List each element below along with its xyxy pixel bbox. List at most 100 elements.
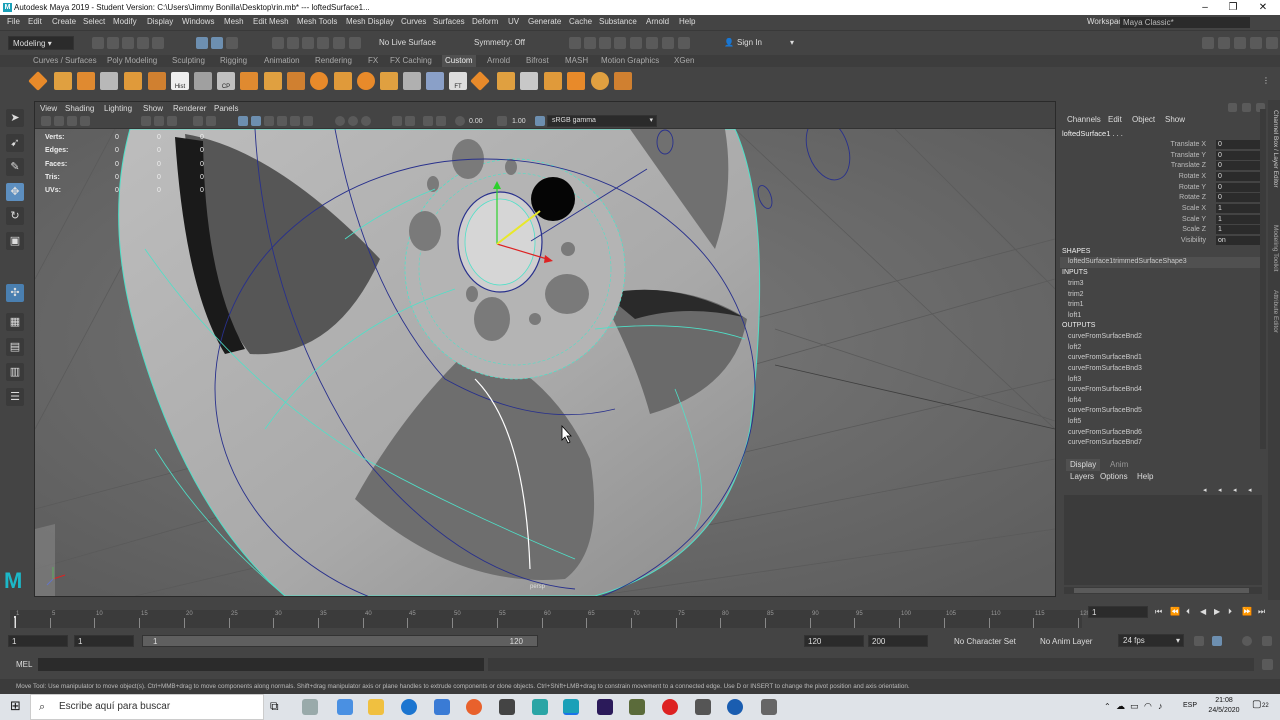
cb-menu-edit[interactable]: Edit bbox=[1108, 115, 1122, 124]
viewport-scene[interactable] bbox=[35, 129, 1055, 596]
taskbar-search[interactable]: ⌕ Escribe aquí para buscar bbox=[30, 694, 264, 720]
current-frame-field[interactable]: 1 bbox=[1088, 606, 1148, 618]
layer-hscrollbar[interactable] bbox=[1064, 587, 1262, 594]
edge-icon[interactable] bbox=[401, 699, 417, 715]
playback-start-field[interactable]: 1 bbox=[74, 635, 134, 647]
outliner-pane-icon[interactable]: ☰ bbox=[6, 388, 24, 406]
arnold-ipr-icon[interactable] bbox=[662, 37, 674, 49]
volume-icon[interactable]: ♪ bbox=[1158, 701, 1163, 711]
cloud-icon[interactable]: ☁ bbox=[1116, 701, 1125, 712]
lattice-icon[interactable] bbox=[567, 72, 585, 90]
maximize-button[interactable]: ❐ bbox=[1218, 0, 1248, 15]
shelf-tab-mash[interactable]: MASH bbox=[565, 55, 588, 67]
menu-display[interactable]: Display bbox=[147, 15, 173, 29]
cb-menu-show[interactable]: Show bbox=[1165, 115, 1185, 124]
layer-menu-options[interactable]: Options bbox=[1100, 471, 1128, 483]
menu-file[interactable]: File bbox=[7, 15, 20, 29]
windows-start-icon[interactable]: ⊞ bbox=[10, 698, 21, 714]
layer-menu-help[interactable]: Help bbox=[1137, 471, 1153, 483]
attr-translate-x[interactable]: Translate X 0 bbox=[1150, 140, 1268, 151]
3d-viewport[interactable]: Verts: 0 0 0 Edges: 0 0 0 Faces: 0 0 0 Tris: 0 0 0 U… bbox=[35, 129, 1055, 596]
output-node[interactable]: loft2 bbox=[1068, 343, 1081, 354]
menu-edit[interactable]: Edit bbox=[28, 15, 42, 29]
select-object-icon[interactable] bbox=[211, 37, 223, 49]
multicut-icon[interactable] bbox=[403, 72, 421, 90]
save-scene-icon[interactable] bbox=[122, 37, 134, 49]
menu-edit-mesh[interactable]: Edit Mesh bbox=[253, 15, 289, 29]
lights-icon[interactable] bbox=[277, 116, 287, 126]
separate-icon[interactable] bbox=[287, 72, 305, 90]
redo-icon[interactable] bbox=[152, 37, 164, 49]
vp-menu-view[interactable]: View bbox=[40, 102, 57, 115]
output-node[interactable]: curveFromSurfaceBnd4 bbox=[1068, 385, 1142, 396]
playback-end-field[interactable]: 120 bbox=[804, 635, 864, 647]
attr-translate-x-value[interactable]: 0 bbox=[1216, 140, 1266, 149]
move-tool-icon[interactable]: ✥ bbox=[6, 183, 24, 201]
bookmark-icon[interactable] bbox=[67, 116, 77, 126]
channel-box-icon[interactable] bbox=[1266, 37, 1278, 49]
arnold-render-icon[interactable] bbox=[646, 37, 658, 49]
notifications-icon[interactable]: ▢ bbox=[1252, 699, 1261, 710]
tool-settings-icon[interactable] bbox=[1250, 37, 1262, 49]
render-settings-icon[interactable] bbox=[599, 37, 611, 49]
menu-create[interactable]: Create bbox=[52, 15, 76, 29]
color-management-icon[interactable] bbox=[535, 116, 545, 126]
shelf-tab-poly-modeling[interactable]: Poly Modeling bbox=[107, 55, 157, 67]
shelf-scroll-icon[interactable]: ⋮ bbox=[1262, 75, 1270, 87]
input-node[interactable]: trim3 bbox=[1068, 279, 1084, 290]
soft-select-icon[interactable] bbox=[470, 71, 490, 91]
menu-modify[interactable]: Modify bbox=[113, 15, 137, 29]
output-node[interactable]: curveFromSurfaceBnd1 bbox=[1068, 353, 1142, 364]
attr-rotate-x-value[interactable]: 0 bbox=[1216, 172, 1266, 181]
menu-deform[interactable]: Deform bbox=[472, 15, 498, 29]
cb-object-name[interactable]: loftedSurface1 . . . bbox=[1062, 129, 1123, 140]
auto-key-icon[interactable] bbox=[1194, 636, 1204, 646]
start-time-field[interactable]: 1 bbox=[8, 635, 68, 647]
cube-icon[interactable] bbox=[334, 72, 352, 90]
duplicate-icon[interactable] bbox=[194, 72, 212, 90]
smooth-icon[interactable] bbox=[497, 72, 515, 90]
attr-translate-y-value[interactable]: 0 bbox=[1216, 151, 1266, 160]
step-back-frame-icon[interactable]: ⏴ bbox=[1186, 606, 1190, 618]
close-button[interactable]: ✕ bbox=[1248, 0, 1278, 15]
shelf-tab-xgen[interactable]: XGen bbox=[674, 55, 694, 67]
attribute-editor-icon[interactable] bbox=[1234, 37, 1246, 49]
mel-label[interactable]: MEL bbox=[16, 659, 32, 671]
append-icon[interactable] bbox=[148, 72, 166, 90]
output-node[interactable]: loft4 bbox=[1068, 396, 1081, 407]
attr-visibility[interactable]: Visibility on bbox=[1150, 236, 1268, 247]
select-tool-icon[interactable]: ➤ bbox=[6, 109, 24, 127]
attr-scale-y-value[interactable]: 1 bbox=[1216, 215, 1266, 224]
undo-icon[interactable] bbox=[137, 37, 149, 49]
layer-menu-layers[interactable]: Layers bbox=[1070, 471, 1094, 483]
vp-menu-panels[interactable]: Panels bbox=[214, 102, 238, 115]
side-tab-attribute-editor[interactable]: Attribute Editor bbox=[1269, 290, 1279, 350]
shelf-tab-animation[interactable]: Animation bbox=[264, 55, 300, 67]
paint-select-icon[interactable]: ✎ bbox=[6, 158, 24, 176]
language-indicator[interactable]: ESP bbox=[1183, 702, 1197, 709]
shelf-tab-arnold[interactable]: Arnold bbox=[487, 55, 510, 67]
hypershade-icon[interactable] bbox=[614, 37, 626, 49]
two-pane-icon[interactable]: ▥ bbox=[6, 363, 24, 381]
step-forward-frame-icon[interactable]: ⏵ bbox=[1228, 606, 1232, 618]
rotate-tool-icon[interactable]: ↻ bbox=[6, 207, 24, 225]
cylinder-icon[interactable] bbox=[357, 72, 375, 90]
menu-mesh-display[interactable]: Mesh Display bbox=[346, 15, 394, 29]
open-scene-icon[interactable] bbox=[107, 37, 119, 49]
attr-visibility-value[interactable]: on bbox=[1216, 236, 1266, 245]
shelf-tab-sculpting[interactable]: Sculpting bbox=[172, 55, 205, 67]
attr-scale-x[interactable]: Scale X 1 bbox=[1150, 204, 1268, 215]
sphere-icon[interactable] bbox=[310, 72, 328, 90]
shelf-tab-curves-surfaces[interactable]: Curves / Surfaces bbox=[33, 55, 97, 67]
step-forward-key-icon[interactable]: ⏩ bbox=[1242, 606, 1252, 618]
select-camera-icon[interactable] bbox=[41, 116, 51, 126]
layer-tab-display[interactable]: Display bbox=[1066, 459, 1101, 471]
grid-icon[interactable] bbox=[54, 72, 72, 90]
character-set-dropdown[interactable]: No Character Set bbox=[954, 636, 1016, 648]
input-node[interactable]: trim2 bbox=[1068, 290, 1084, 301]
snap-view-icon[interactable] bbox=[317, 37, 329, 49]
bevel-icon[interactable] bbox=[124, 72, 142, 90]
menu-surfaces[interactable]: Surfaces bbox=[433, 15, 465, 29]
script-editor-icon[interactable] bbox=[1262, 659, 1273, 670]
menu-generate[interactable]: Generate bbox=[528, 15, 561, 29]
